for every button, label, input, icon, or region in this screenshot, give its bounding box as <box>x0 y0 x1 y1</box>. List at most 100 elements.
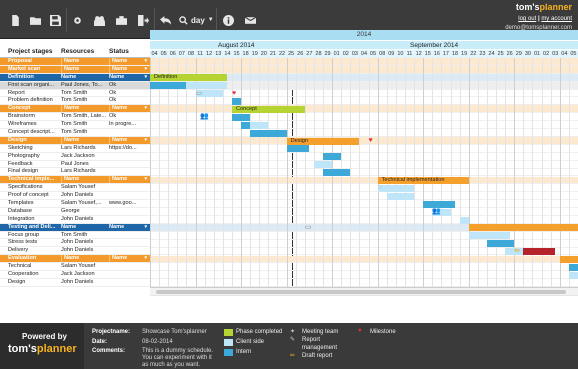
team-button[interactable] <box>90 9 108 31</box>
resource-cell[interactable]: Jack Jackson <box>61 271 107 278</box>
save-button[interactable] <box>46 9 64 31</box>
task-bar[interactable] <box>250 129 287 137</box>
phase-row[interactable]: Design Name Name ▾ <box>0 136 150 145</box>
resource-cell[interactable]: Name <box>61 176 107 184</box>
stage-cell[interactable]: Sketching <box>8 145 60 152</box>
resource-cell[interactable]: George <box>61 208 107 215</box>
task-bar[interactable] <box>568 271 578 279</box>
task-row[interactable]: Feedback Paul Jones <box>0 161 150 169</box>
status-cell[interactable]: Name <box>109 105 141 113</box>
status-cell[interactable]: Name <box>109 255 141 263</box>
task-row[interactable]: Problem definition Tom Smith Ok <box>0 97 150 106</box>
chevron-down-icon[interactable]: ▾ <box>144 137 147 144</box>
stage-cell[interactable]: Definition <box>8 74 60 81</box>
task-row[interactable]: Templates Salam Yousef,... www.goo... <box>0 200 150 208</box>
stage-cell[interactable]: Design <box>8 279 60 286</box>
stage-cell[interactable]: Cooperation <box>8 271 60 278</box>
meeting-icon[interactable]: 👥 <box>432 208 441 215</box>
task-row[interactable]: Brainstorm Tom Smith, Late... Ok <box>0 113 150 122</box>
task-row[interactable]: Delivery John Daniels <box>0 247 150 256</box>
resource-cell[interactable]: Tom Smith <box>61 232 107 239</box>
scroll-thumb[interactable] <box>156 290 566 294</box>
resource-cell[interactable]: Lars Richards <box>61 168 107 175</box>
report-icon[interactable]: ◌ <box>378 184 382 191</box>
task-row[interactable]: Database George <box>0 208 150 216</box>
resource-cell[interactable]: Salam Yousef,... <box>61 200 107 207</box>
status-cell[interactable]: Name <box>109 136 141 144</box>
task-bar[interactable] <box>486 240 515 248</box>
task-bar[interactable] <box>186 82 228 90</box>
report-icon[interactable]: ◌ <box>323 153 327 160</box>
report-icon[interactable]: ▭ <box>196 90 203 97</box>
resource-cell[interactable]: John Daniels <box>61 216 107 223</box>
stage-cell[interactable]: Report <box>8 90 60 97</box>
task-bar[interactable] <box>386 192 415 200</box>
stage-cell[interactable]: Testing and Deli... <box>8 224 60 231</box>
status-cell[interactable]: In progre... <box>109 121 141 128</box>
chevron-down-icon[interactable]: ▾ <box>144 224 147 231</box>
task-row[interactable]: Focus group Tom Smith <box>0 232 150 240</box>
horizontal-scrollbar[interactable] <box>150 287 578 295</box>
status-cell[interactable]: Name <box>109 74 141 81</box>
resource-cell[interactable]: Salam Yousef <box>61 263 107 270</box>
resources-column-header[interactable]: Resources <box>61 48 94 55</box>
task-row[interactable]: Sketching Lars Richards https://do... <box>0 145 150 153</box>
export-button[interactable] <box>134 9 152 31</box>
phase-row[interactable]: Concept Name Name ▾ <box>0 105 150 114</box>
phase-row[interactable]: Market scan Name Name ▾ <box>0 65 150 74</box>
stage-cell[interactable]: Specifications <box>8 184 60 191</box>
resource-cell[interactable]: Name <box>61 224 107 231</box>
chevron-down-icon[interactable]: ▾ <box>144 105 147 112</box>
milestone-icon[interactable]: ♥ <box>232 90 236 97</box>
task-row[interactable]: Photography Jack Jackson <box>0 153 150 161</box>
status-cell[interactable]: Ok <box>109 82 141 89</box>
stage-cell[interactable]: Technical <box>8 263 60 270</box>
task-row[interactable]: Proof of concept John Daniels <box>0 192 150 201</box>
phase-bar[interactable]: Design <box>286 137 360 145</box>
stage-cell[interactable]: Concept descript... <box>8 129 60 136</box>
phase-bar[interactable]: Technical implementation <box>377 177 469 184</box>
my-account-link[interactable]: my account <box>541 16 572 22</box>
resource-cell[interactable]: Lars Richards <box>61 145 107 152</box>
task-bar[interactable] <box>523 248 556 256</box>
task-row[interactable]: Final design Lars Richards <box>0 168 150 177</box>
info-button[interactable] <box>219 9 237 31</box>
task-bar[interactable] <box>323 169 351 177</box>
status-cell[interactable]: Name <box>109 224 141 231</box>
milestone-icon[interactable]: ♥ <box>369 137 373 144</box>
status-column-header[interactable]: Status <box>109 48 129 55</box>
stage-cell[interactable]: Feedback <box>8 161 60 168</box>
undo-button[interactable] <box>156 9 174 31</box>
resource-cell[interactable]: Name <box>61 105 107 113</box>
task-row[interactable]: Report Tom Smith Ok <box>0 90 150 98</box>
resource-cell[interactable]: Jack Jackson <box>61 153 107 160</box>
task-bar[interactable] <box>231 113 251 121</box>
report-icon[interactable]: ▭ <box>305 224 312 231</box>
chevron-down-icon[interactable]: ▾ <box>144 58 147 65</box>
gantt-chart[interactable]: Definition Concept Design Technical impleme… <box>150 58 578 287</box>
task-row[interactable]: First scan organi... Paul Jones, To... Ok <box>0 81 150 90</box>
stage-cell[interactable]: Database <box>8 208 60 215</box>
resource-cell[interactable]: Paul Jones <box>61 161 107 168</box>
status-cell[interactable]: www.goo... <box>109 200 141 207</box>
chevron-down-icon[interactable]: ▾ <box>144 66 147 73</box>
stage-cell[interactable]: Brainstorm <box>8 113 60 120</box>
phase-row[interactable]: Testing and Deli... Name Name ▾ <box>0 223 150 232</box>
resource-cell[interactable]: Salam Yousef <box>61 184 107 191</box>
task-bar[interactable] <box>559 256 578 263</box>
briefcase-button[interactable] <box>112 9 130 31</box>
stages-column-header[interactable]: Project stages <box>8 48 52 55</box>
task-bar[interactable] <box>250 121 269 129</box>
stage-cell[interactable]: Evaluation <box>8 255 60 262</box>
stage-cell[interactable]: Proof of concept <box>8 192 60 199</box>
status-cell[interactable]: https://do... <box>109 145 141 152</box>
phase-bar[interactable]: Concept <box>231 105 305 113</box>
stage-cell[interactable]: Stress tests <box>8 239 60 246</box>
open-folder-button[interactable] <box>26 9 44 31</box>
resource-cell[interactable]: Tom Smith <box>61 97 107 104</box>
task-bar[interactable] <box>423 200 456 208</box>
resource-cell[interactable]: John Daniels <box>61 192 107 199</box>
task-bar[interactable] <box>313 161 333 169</box>
task-row[interactable]: Design John Daniels <box>0 279 150 287</box>
task-row[interactable]: Cooperation Jack Jackson <box>0 271 150 279</box>
